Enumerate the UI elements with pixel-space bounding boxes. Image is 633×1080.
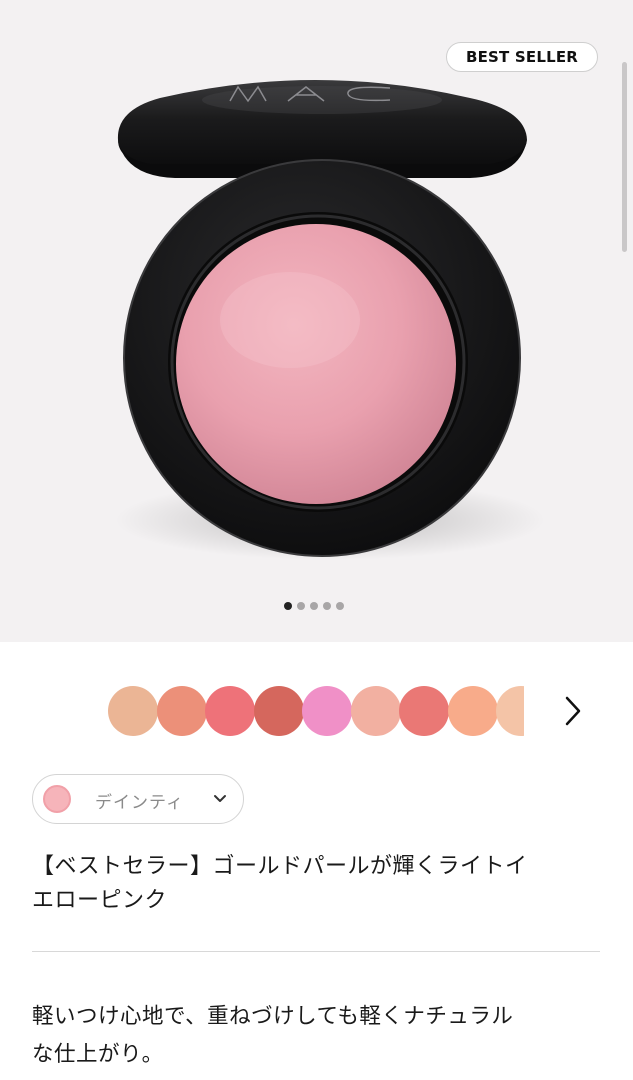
shade-swatch[interactable] [399,686,449,736]
shade-swatch[interactable] [302,686,352,736]
divider [32,951,600,952]
pagination-dot[interactable] [284,602,292,610]
scrollbar-thumb[interactable] [622,62,627,252]
shade-swatch[interactable] [496,686,524,736]
shade-dropdown[interactable]: デインティ [32,774,244,824]
shade-swatch[interactable] [253,686,304,736]
pagination-dot[interactable] [310,602,318,610]
product-title-line-1: 【ベストセラー】ゴールドパールが輝くライトイ [32,854,528,879]
carousel-pagination [284,602,344,610]
shade-swatch[interactable] [350,686,401,736]
product-description-line-1: 軽いつけ心地で、重ねづけしても軽くナチュラル [32,1004,514,1029]
product-description: 軽いつけ心地で、重ねづけしても軽くナチュラル な仕上がり。 [32,998,612,1074]
pagination-dot[interactable] [336,602,344,610]
mac-logo-mark [229,85,391,103]
product-title-line-2: エローピンク [32,888,168,913]
chevron-right-icon [565,696,581,726]
chevron-down-icon [214,795,226,802]
selected-shade-swatch [43,785,71,813]
shade-swatch-carousel [108,686,524,736]
shade-swatch[interactable] [447,686,498,736]
pagination-dot[interactable] [297,602,305,610]
selected-shade-label: デインティ [95,793,184,813]
pagination-dot[interactable] [323,602,331,610]
best-seller-badge: BEST SELLER [446,42,598,72]
shade-swatch[interactable] [156,686,207,736]
product-page: BEST SELLER デインティ 【ベストセラー】ゴールドパールが輝くライトイ… [0,0,633,1080]
product-image-carousel[interactable]: BEST SELLER [0,0,633,642]
product-description-line-2: な仕上がり。 [32,1042,164,1067]
shade-swatch[interactable] [108,686,158,736]
swatch-next-button[interactable] [556,690,590,732]
shade-swatch[interactable] [205,686,255,736]
product-title: 【ベストセラー】ゴールドパールが輝くライトイ エローピンク [32,850,612,918]
